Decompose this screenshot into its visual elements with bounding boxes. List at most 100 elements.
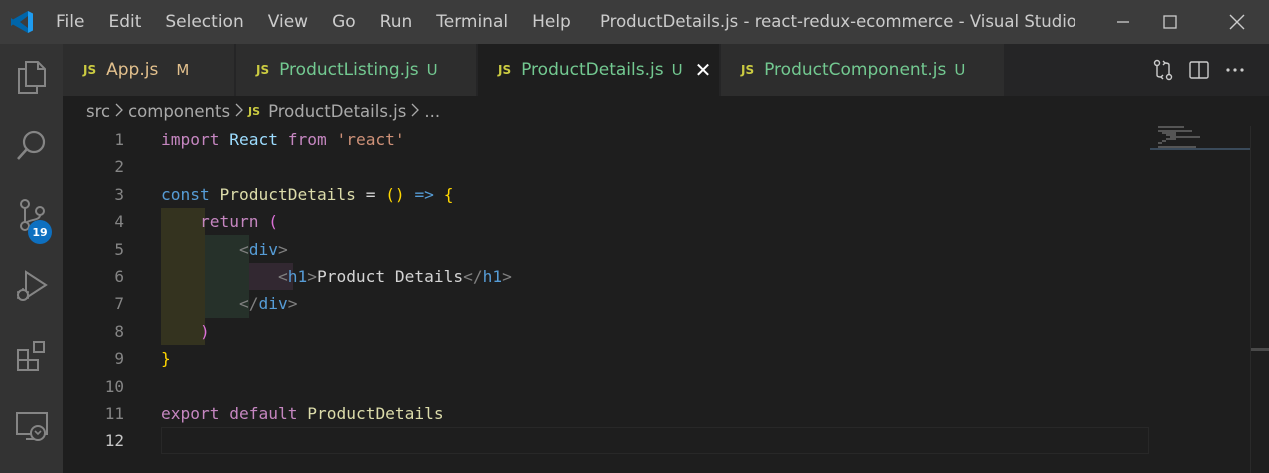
- token-tag-bracket: >: [307, 267, 317, 286]
- token-tag-bracket: <: [277, 267, 288, 286]
- token-keyword: import: [161, 130, 220, 149]
- menu-edit[interactable]: Edit: [96, 0, 153, 44]
- code-line: 10: [63, 373, 1149, 400]
- menu-go[interactable]: Go: [320, 0, 368, 44]
- token-tag: h1: [287, 267, 308, 286]
- token-tag-bracket: >: [287, 294, 298, 314]
- split-editor-button[interactable]: [1181, 44, 1217, 96]
- tab-productcomponent-js[interactable]: JS ProductComponent.js U: [721, 44, 1005, 96]
- token-keyword: export: [161, 404, 220, 423]
- code-line: 6 <h1>Product Details</h1>: [63, 263, 1149, 290]
- js-file-icon: JS: [498, 63, 512, 77]
- line-number: 1: [114, 130, 124, 149]
- vscode-logo-icon: [0, 0, 44, 44]
- extensions-button[interactable]: [0, 326, 63, 386]
- token-string: 'react': [336, 130, 405, 149]
- search-button[interactable]: [0, 116, 63, 176]
- maximize-button[interactable]: [1141, 0, 1199, 44]
- menu-help[interactable]: Help: [520, 0, 583, 44]
- line-number: 3: [114, 184, 124, 204]
- tab-productlisting-js[interactable]: JS ProductListing.js U: [236, 44, 477, 96]
- remote-explorer-button[interactable]: [0, 396, 63, 456]
- js-file-icon: JS: [741, 63, 755, 77]
- token-function-name: ProductDetails: [219, 184, 356, 204]
- token-jsx-text: Product Details: [316, 267, 464, 286]
- code-editor[interactable]: 1 import React from 'react' 2 3 const Pr…: [63, 126, 1269, 473]
- menu-bar: File Edit Selection View Go Run Terminal…: [44, 0, 583, 44]
- line-number: 4: [114, 212, 124, 232]
- line-number: 7: [114, 294, 124, 314]
- tab-productdetails-js[interactable]: JS ProductDetails.js U ✕: [478, 44, 720, 96]
- code-line: 9 }: [63, 345, 1149, 372]
- token-tag-bracket: </: [238, 294, 259, 314]
- ellipsis-icon: [1226, 68, 1244, 72]
- token-function-name: ProductDetails: [307, 404, 444, 423]
- close-window-button[interactable]: [1208, 0, 1266, 44]
- tab-status-untracked: U: [671, 61, 683, 79]
- tab-actions: [1145, 44, 1269, 96]
- token-bracket: }: [161, 349, 171, 369]
- tab-label: App.js: [106, 60, 159, 80]
- run-debug-button[interactable]: [0, 256, 63, 316]
- code-line: 7 </div>: [63, 290, 1149, 317]
- token-bracket: (: [268, 212, 278, 232]
- code-line: 2: [63, 153, 1149, 180]
- compare-changes-icon: [1153, 59, 1173, 81]
- chevron-right-icon: [234, 102, 244, 121]
- menu-run[interactable]: Run: [368, 0, 425, 44]
- token-bracket: {: [443, 184, 454, 204]
- editor-tab-bar: JS App.js M JS ProductListing.js U JS Pr…: [63, 44, 1269, 96]
- token-tag-bracket: <: [238, 239, 249, 259]
- code-line: 11 export default ProductDetails: [63, 400, 1149, 427]
- line-number: 8: [114, 321, 124, 341]
- line-number: 2: [114, 157, 124, 177]
- menu-selection[interactable]: Selection: [153, 0, 255, 44]
- token-keyword: from: [287, 130, 327, 149]
- extensions-icon: [16, 341, 45, 371]
- js-file-icon: JS: [256, 63, 270, 77]
- token-tag: h1: [482, 267, 503, 286]
- minimap[interactable]: [1150, 126, 1250, 473]
- line-number: 11: [104, 404, 124, 423]
- token-tag-bracket: >: [277, 239, 288, 259]
- tab-status-untracked: U: [954, 61, 966, 79]
- line-number: 12: [104, 431, 124, 451]
- scrollbar-thumb[interactable]: [1251, 348, 1269, 351]
- token-bracket: ): [199, 321, 210, 341]
- tab-label: ProductListing.js: [279, 60, 419, 80]
- more-actions-button[interactable]: [1217, 44, 1253, 96]
- line-number: 10: [104, 376, 124, 396]
- code-line-current: 12: [63, 427, 1149, 454]
- breadcrumb-components[interactable]: components: [128, 102, 230, 121]
- breadcrumb-symbol[interactable]: ...: [424, 102, 440, 121]
- token-bracket: (): [385, 184, 405, 204]
- menu-view[interactable]: View: [256, 0, 320, 44]
- token-tag-bracket: </: [463, 267, 483, 286]
- explorer-button[interactable]: [0, 47, 63, 107]
- tab-close-icon[interactable]: ✕: [695, 58, 712, 82]
- tab-label: ProductComponent.js: [764, 60, 947, 80]
- chevron-right-icon: [114, 102, 124, 121]
- token-keyword: default: [229, 404, 298, 423]
- tab-app-js[interactable]: JS App.js M: [63, 44, 235, 96]
- close-icon: [1229, 14, 1245, 30]
- token-tag-bracket: >: [502, 267, 512, 286]
- breadcrumb-src[interactable]: src: [86, 102, 110, 121]
- code-line: 4 return (: [63, 208, 1149, 235]
- explorer-icon: [17, 61, 46, 94]
- token-keyword: return: [199, 212, 259, 232]
- maximize-icon: [1163, 15, 1177, 29]
- activity-bar: 19: [0, 44, 63, 473]
- token-identifier: React: [229, 130, 278, 149]
- minimap-viewport: [1150, 148, 1250, 150]
- vertical-scrollbar[interactable]: [1250, 126, 1269, 473]
- open-changes-button[interactable]: [1145, 44, 1181, 96]
- breadcrumb-file[interactable]: ProductDetails.js: [268, 102, 406, 121]
- code-line: 8 ): [63, 318, 1149, 345]
- code-line: 3 const ProductDetails = () => {: [63, 181, 1149, 208]
- search-icon: [16, 130, 45, 160]
- menu-terminal[interactable]: Terminal: [424, 0, 520, 44]
- token-operator: =: [365, 184, 376, 204]
- chevron-right-icon: [410, 102, 420, 121]
- menu-file[interactable]: File: [44, 0, 96, 44]
